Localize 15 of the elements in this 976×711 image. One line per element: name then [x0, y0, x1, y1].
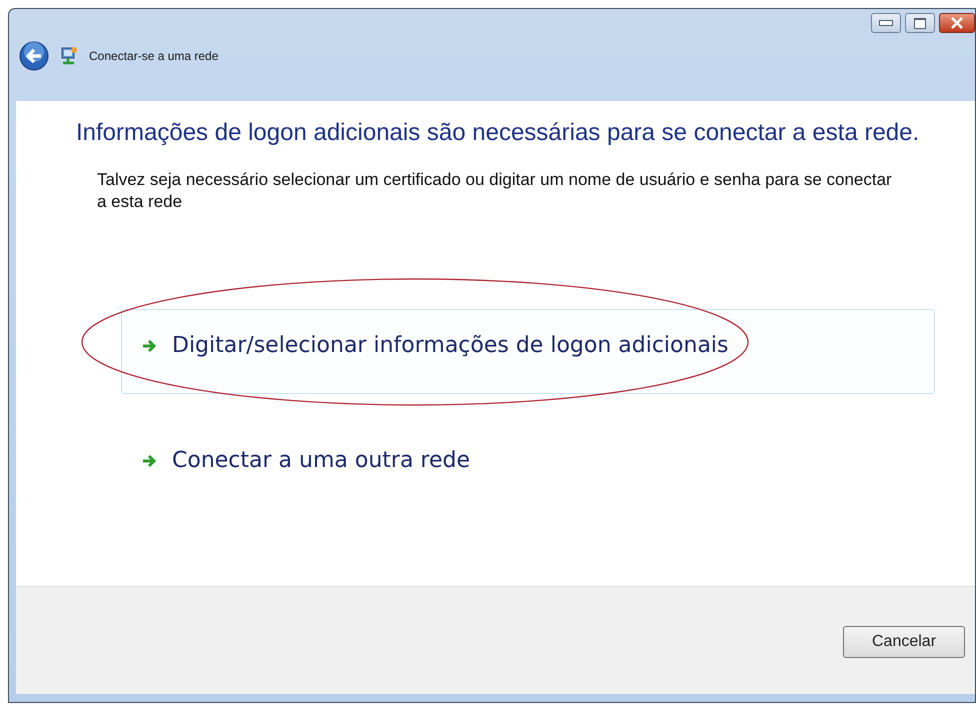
option-link[interactable]: Digitar/selecionar informações de logon adicionais — [121, 309, 935, 394]
heading: Informações de logon adicionais são necessárias para se conectar a esta rede. — [76, 119, 920, 147]
description: Talvez seja necessário selecionar um certificado ou digitar um nome de usuário e senha para se conectar a esta rede — [97, 169, 893, 213]
maximize-icon — [914, 18, 926, 28]
arrow-icon — [142, 454, 158, 468]
cancel-button[interactable]: Cancelar — [843, 626, 965, 658]
network-icon — [59, 46, 79, 66]
maximize-button[interactable] — [905, 13, 935, 33]
minimize-icon — [879, 20, 893, 26]
close-button[interactable] — [939, 13, 975, 33]
back-button[interactable] — [19, 41, 49, 71]
minimize-button[interactable] — [871, 13, 901, 33]
window-title: Conectar-se a uma rede — [89, 49, 218, 63]
arrow-icon — [142, 338, 158, 352]
close-icon — [950, 17, 964, 29]
